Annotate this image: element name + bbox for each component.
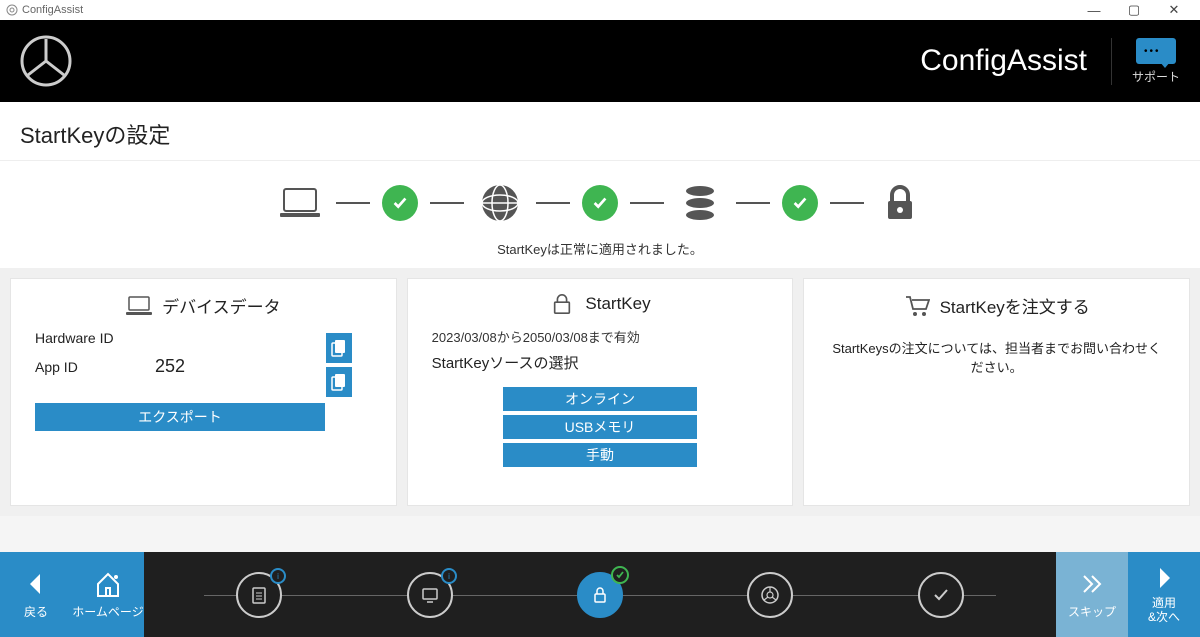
step-done[interactable]: [918, 572, 964, 618]
laptop-icon: [276, 179, 324, 227]
copy-app-id-button[interactable]: [326, 367, 352, 397]
app-mini-icon: [6, 4, 18, 16]
window-title: ConfigAssist: [22, 4, 83, 16]
app-id-row: App ID 252: [35, 356, 372, 377]
home-button[interactable]: ホームページ: [72, 552, 144, 637]
mercedes-logo-icon: [20, 35, 72, 87]
lock-icon: [590, 585, 610, 605]
cart-icon: [904, 295, 930, 317]
app-id-label: App ID: [35, 359, 155, 375]
close-button[interactable]: ✕: [1154, 2, 1194, 18]
lock-icon: [549, 293, 575, 315]
app-header: ConfigAssist ••• サポート: [0, 20, 1200, 102]
monitor-icon: [420, 585, 440, 605]
back-button[interactable]: 戻る: [0, 552, 72, 637]
source-usb-button[interactable]: USBメモリ: [503, 415, 697, 439]
device-data-card: デバイスデータ Hardware ID App ID 252 エクスポート: [10, 278, 397, 506]
apply-next-label: 適用 &次へ: [1148, 597, 1180, 625]
export-button[interactable]: エクスポート: [35, 403, 325, 431]
app-id-value: 252: [155, 356, 185, 377]
device-card-header: デバイスデータ: [35, 293, 372, 318]
hardware-id-label: Hardware ID: [35, 330, 155, 346]
startkey-valid-range: 2023/03/08から2050/03/08まで有効: [432, 327, 769, 346]
order-card: StartKeyを注文する StartKeysの注文については、担当者までお問い…: [803, 278, 1190, 506]
startkey-card-header: StartKey: [432, 293, 769, 315]
check-badge-icon: [611, 566, 629, 584]
lock-icon: [876, 179, 924, 227]
support-button[interactable]: ••• サポート: [1111, 38, 1180, 85]
order-message: StartKeysの注文については、担当者までお問い合わせください。: [828, 338, 1165, 376]
cards-row: デバイスデータ Hardware ID App ID 252 エクスポート St…: [0, 268, 1200, 516]
maximize-button[interactable]: ▢: [1114, 2, 1154, 18]
laptop-icon: [126, 295, 152, 317]
step-device[interactable]: i: [407, 572, 453, 618]
step-steering[interactable]: [747, 572, 793, 618]
copy-hardware-id-button[interactable]: [326, 333, 352, 363]
skip-button[interactable]: スキップ: [1056, 552, 1128, 637]
minimize-button[interactable]: —: [1074, 3, 1114, 18]
progress-section: StartKeyは正常に適用されました。: [0, 161, 1200, 268]
startkey-card: StartKey 2023/03/08から2050/03/08まで有効 Star…: [407, 278, 794, 506]
check-icon: [931, 585, 951, 605]
svg-text:i: i: [277, 572, 279, 581]
app-title: ConfigAssist: [920, 44, 1087, 78]
step-startkey[interactable]: [577, 572, 623, 618]
check-icon: [582, 185, 618, 221]
startkey-source-label: StartKeyソースの選択: [432, 352, 769, 373]
source-manual-button[interactable]: 手動: [503, 443, 697, 467]
device-card-title: デバイスデータ: [162, 293, 281, 318]
checklist-icon: [249, 585, 269, 605]
info-badge-icon: i: [270, 568, 286, 584]
order-card-title: StartKeyを注文する: [940, 293, 1090, 318]
order-card-header: StartKeyを注文する: [828, 293, 1165, 318]
footer-steps: i i: [144, 552, 1056, 637]
source-online-button[interactable]: オンライン: [503, 387, 697, 411]
hardware-id-row: Hardware ID: [35, 330, 372, 346]
apply-next-button[interactable]: 適用 &次へ: [1128, 552, 1200, 637]
database-icon: [676, 179, 724, 227]
steering-wheel-icon: [760, 585, 780, 605]
support-label: サポート: [1132, 68, 1180, 85]
info-badge-icon: i: [441, 568, 457, 584]
chat-icon: •••: [1136, 38, 1176, 64]
home-label: ホームページ: [72, 603, 143, 620]
startkey-card-title: StartKey: [585, 294, 650, 314]
window-titlebar: ConfigAssist — ▢ ✕: [0, 0, 1200, 20]
progress-message: StartKeyは正常に適用されました。: [0, 239, 1200, 258]
check-icon: [782, 185, 818, 221]
back-label: 戻る: [24, 603, 48, 620]
check-icon: [382, 185, 418, 221]
skip-label: スキップ: [1068, 603, 1116, 620]
page-title: StartKeyの設定: [20, 118, 1180, 150]
step-checklist[interactable]: i: [236, 572, 282, 618]
footer-bar: 戻る ホームページ i i スキップ 適用 &次へ: [0, 552, 1200, 637]
globe-icon: [476, 179, 524, 227]
page-title-row: StartKeyの設定: [0, 102, 1200, 161]
svg-text:i: i: [448, 572, 450, 581]
